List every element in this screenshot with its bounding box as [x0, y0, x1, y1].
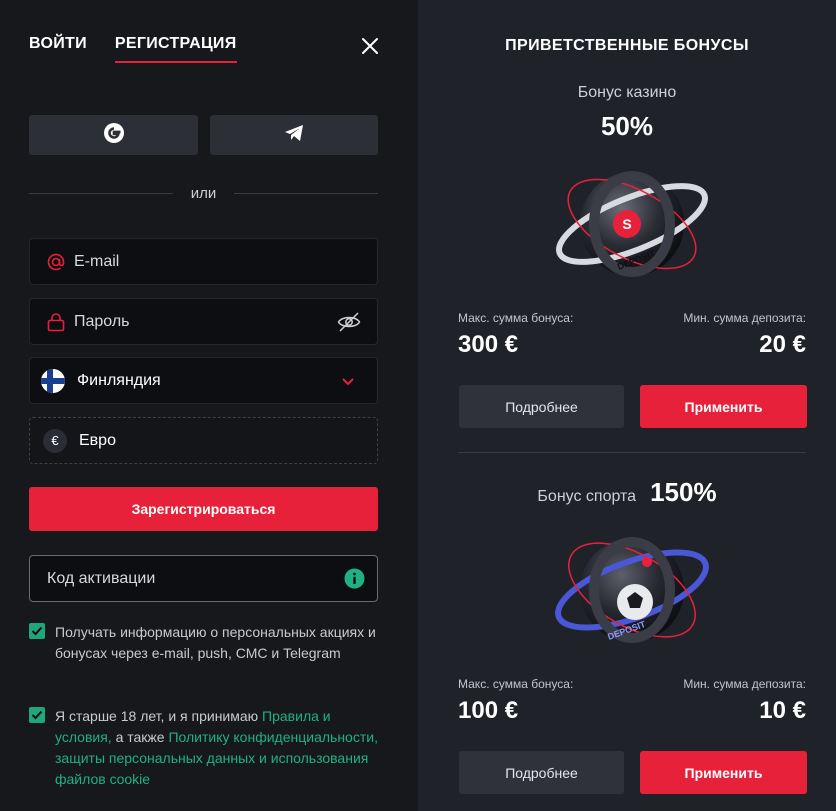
bonus-divider [458, 452, 806, 453]
currency-field[interactable]: € Евро [29, 417, 378, 464]
tab-login[interactable]: ВОЙТИ [29, 35, 87, 63]
auth-panel: ВОЙТИ РЕГИСТРАЦИЯ или E-mail Пароль Финл… [0, 0, 418, 811]
sport-bonus-percent: 150% [650, 477, 717, 507]
casino-apply-button[interactable]: Применить [640, 385, 807, 428]
euro-icon: € [43, 428, 67, 453]
sport-bonus-header: Бонус спорта 150% [418, 477, 836, 508]
sport-apply-button[interactable]: Применить [640, 751, 807, 794]
register-button[interactable]: Зарегистрироваться [29, 487, 378, 531]
sport-min-value: 10 € [759, 697, 806, 724]
currency-value: Евро [79, 431, 116, 449]
marketing-consent-text: Получать информацию о персональных акция… [55, 624, 376, 661]
lock-icon [46, 312, 66, 332]
email-field[interactable]: E-mail [29, 238, 378, 285]
casino-details-button[interactable]: Подробнее [459, 385, 624, 428]
tab-register[interactable]: РЕГИСТРАЦИЯ [114, 35, 237, 63]
email-placeholder: E-mail [74, 252, 120, 270]
or-divider: или [29, 184, 379, 202]
telegram-login-button[interactable] [210, 115, 378, 155]
country-value: Финляндия [77, 371, 161, 389]
age-consent-text: Я старше 18 лет, и я принимаю Правила и … [55, 706, 378, 790]
sport-max-label: Макс. сумма бонуса: [458, 677, 574, 691]
google-icon [103, 122, 125, 149]
chevron-down-icon[interactable] [341, 374, 355, 392]
age-consent: Я старше 18 лет, и я принимаю Правила и … [29, 706, 378, 790]
sport-min-label: Мин. сумма депозита: [683, 677, 806, 691]
close-icon[interactable] [360, 36, 380, 56]
age-consent-middle: а также [111, 729, 169, 745]
sport-details-button[interactable]: Подробнее [459, 751, 624, 794]
promo-code-input[interactable]: Код активации [29, 555, 378, 602]
telegram-icon [283, 123, 305, 148]
or-label: или [190, 184, 217, 202]
checkbox-check-icon[interactable] [29, 707, 45, 723]
casino-bonus-image: S DEPOSIT [547, 158, 717, 293]
sport-bonus-image: DEPOSIT [547, 522, 717, 663]
finland-flag-icon [41, 368, 65, 393]
casino-bonus-name: Бонус казино [577, 84, 677, 101]
casino-max-value: 300 € [458, 331, 519, 358]
checkbox-check-icon[interactable] [29, 623, 45, 639]
eye-off-icon[interactable] [337, 311, 361, 338]
bonus-panel: ПРИВЕТСТВЕННЫЕ БОНУСЫ Бонус казино 50% S… [418, 0, 836, 811]
info-icon[interactable] [344, 568, 365, 594]
casino-bonus-percent: 50% [600, 111, 654, 141]
password-field[interactable]: Пароль [29, 298, 378, 345]
casino-min-label: Мин. сумма депозита: [683, 311, 806, 325]
sport-max-value: 100 € [458, 697, 519, 724]
email-icon [46, 252, 66, 272]
casino-min-value: 20 € [759, 331, 806, 358]
password-placeholder: Пароль [74, 312, 130, 330]
svg-text:S: S [622, 216, 631, 232]
sport-bonus-name: Бонус спорта [537, 488, 637, 505]
age-consent-prefix: Я старше 18 лет, и я принимаю [55, 708, 263, 724]
auth-tabs: ВОЙТИ РЕГИСТРАЦИЯ [29, 35, 237, 63]
country-select[interactable]: Финляндия [29, 357, 378, 404]
casino-max-label: Макс. сумма бонуса: [458, 311, 574, 325]
marketing-consent: Получать информацию о персональных акция… [29, 622, 378, 664]
promo-code-placeholder: Код активации [47, 569, 156, 587]
google-login-button[interactable] [29, 115, 198, 155]
bonuses-heading: ПРИВЕТСТВЕННЫЕ БОНУСЫ [505, 37, 749, 54]
